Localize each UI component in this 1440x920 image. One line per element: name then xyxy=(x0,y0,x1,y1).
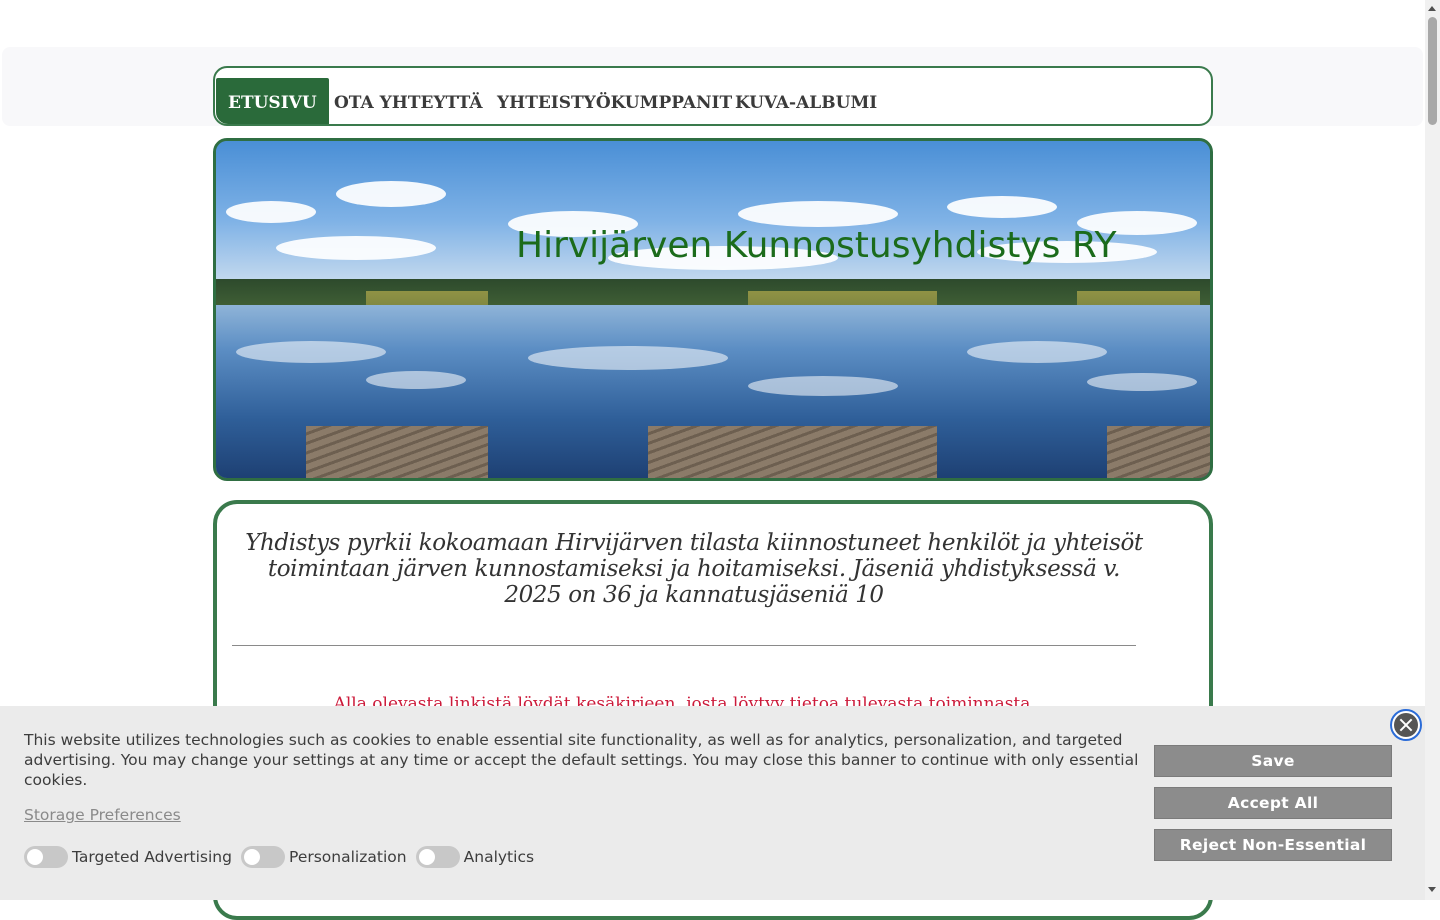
consent-toggles: Targeted Advertising Personalization Ana… xyxy=(24,846,538,868)
nav-item-ota-yhteytta[interactable]: OTA YHTEYTTÄ xyxy=(334,78,483,124)
site-title: Hirvijärven Kunnostusyhdistys RY xyxy=(516,225,1117,266)
nav-item-kuva-albumi[interactable]: KUVA-ALBUMI xyxy=(735,78,877,124)
reject-non-essential-button[interactable]: Reject Non-Essential xyxy=(1154,829,1392,861)
main-nav: ETUSIVU OTA YHTEYTTÄ YHTEISTYÖKUMPPANIT … xyxy=(213,66,1213,126)
toggle-label: Personalization xyxy=(289,848,407,866)
toggle-targeted-advertising: Targeted Advertising xyxy=(24,846,232,868)
save-button[interactable]: Save xyxy=(1154,745,1392,777)
divider xyxy=(232,645,1136,646)
intro-text: Yhdistys pyrkii kokoamaan Hirvijärven ti… xyxy=(245,530,1143,608)
storage-preferences-link[interactable]: Storage Preferences xyxy=(24,806,181,824)
cookie-notice-text: This website utilizes technologies such … xyxy=(24,731,1139,789)
cookie-banner: This website utilizes technologies such … xyxy=(0,706,1425,900)
toggle-label: Targeted Advertising xyxy=(72,848,232,866)
close-icon[interactable] xyxy=(1390,709,1422,741)
nav-item-yhteistyokumppanit[interactable]: YHTEISTYÖKUMPPANIT xyxy=(497,78,732,124)
lake-image-center xyxy=(488,141,937,478)
lake-image-right xyxy=(937,141,1210,478)
toggle-personalization: Personalization xyxy=(241,846,407,868)
scroll-thumb[interactable] xyxy=(1428,17,1437,125)
scrollbar[interactable] xyxy=(1425,0,1440,900)
analytics-switch[interactable] xyxy=(415,846,460,868)
toggle-analytics: Analytics xyxy=(415,846,535,868)
toggle-label: Analytics xyxy=(463,848,535,866)
nav-item-etusivu[interactable]: ETUSIVU xyxy=(216,78,329,124)
personalization-switch[interactable] xyxy=(241,846,286,868)
lake-image-left xyxy=(216,141,488,478)
scroll-up-icon[interactable] xyxy=(1428,6,1436,11)
accept-all-button[interactable]: Accept All xyxy=(1154,787,1392,819)
scroll-down-icon[interactable] xyxy=(1428,887,1436,892)
targeted-advertising-switch[interactable] xyxy=(24,846,68,868)
hero-banner: Hirvijärven Kunnostusyhdistys RY xyxy=(213,138,1213,481)
